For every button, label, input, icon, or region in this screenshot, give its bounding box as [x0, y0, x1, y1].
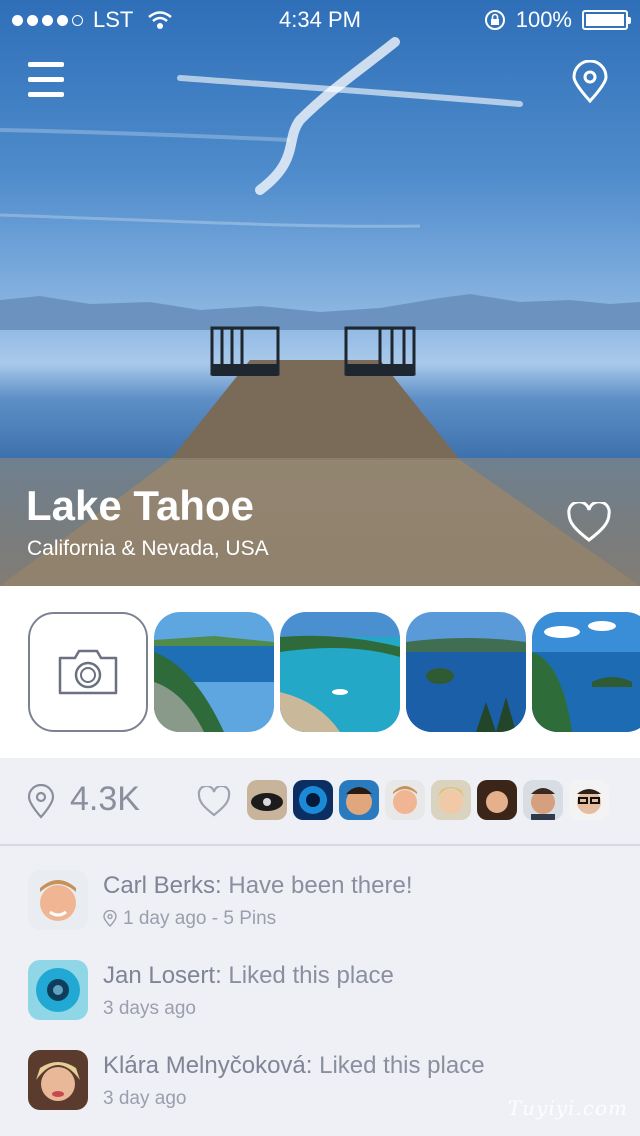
location-pin-icon	[572, 59, 608, 104]
pins-count: 4.3K	[70, 780, 140, 818]
list-item[interactable]: Klára Melnyčoková: Liked this place 3 da…	[0, 1026, 640, 1110]
user-name: Klára Melnyčoková:	[103, 1052, 313, 1079]
liker-avatar[interactable]	[569, 780, 609, 820]
heart-icon	[567, 500, 611, 542]
lock-rotation-icon	[484, 10, 505, 30]
status-bar: LST 4:34 PM 100%	[0, 0, 640, 40]
battery-icon	[582, 10, 631, 30]
favorite-button[interactable]	[566, 500, 612, 544]
gallery-photo[interactable]	[406, 612, 526, 732]
add-photo-button[interactable]	[28, 612, 148, 732]
user-name: Jan Losert:	[103, 962, 222, 989]
location-pin-icon	[103, 910, 117, 927]
camera-icon	[58, 649, 118, 695]
gallery-photo[interactable]	[154, 612, 274, 732]
stats-bar: 4.3K	[0, 758, 640, 846]
liker-avatar[interactable]	[477, 780, 517, 820]
activity-action: Liked this place	[319, 1052, 485, 1079]
liker-avatar[interactable]	[339, 780, 379, 820]
menu-button[interactable]	[28, 62, 64, 100]
activity-action: Liked this place	[228, 962, 394, 989]
sky-clouds	[0, 37, 523, 228]
avatar[interactable]	[28, 870, 88, 930]
liker-avatar[interactable]	[247, 780, 287, 820]
battery-percentage: 100%	[515, 7, 572, 32]
gallery-photo[interactable]	[532, 612, 640, 732]
location-button[interactable]	[570, 59, 610, 104]
liker-avatar[interactable]	[431, 780, 471, 820]
location-pin-icon	[27, 784, 55, 819]
list-item[interactable]: Carl Berks: Have been there! 1 day ago -…	[0, 846, 640, 930]
liker-avatar[interactable]	[385, 780, 425, 820]
gallery-photo[interactable]	[280, 612, 400, 732]
place-subtitle: California & Nevada, USA	[27, 537, 269, 560]
list-item[interactable]: Jan Losert: Liked this place 3 days ago	[0, 936, 640, 1020]
activity-action: Have been there!	[228, 872, 413, 899]
heart-icon[interactable]	[196, 786, 232, 818]
watermark: Tuyiyi.com	[507, 1096, 628, 1120]
avatar[interactable]	[28, 1050, 88, 1110]
carrier-name: LST	[93, 7, 134, 32]
signal-strength-icon	[12, 14, 83, 26]
menu-icon	[28, 62, 64, 97]
wifi-icon	[148, 11, 173, 29]
user-name: Carl Berks:	[103, 872, 222, 899]
activity-feed: Carl Berks: Have been there! 1 day ago -…	[0, 846, 640, 1136]
photo-gallery[interactable]	[0, 586, 640, 758]
avatar[interactable]	[28, 960, 88, 1020]
place-title: Lake Tahoe	[26, 482, 254, 529]
activity-meta: 3 day ago	[103, 1088, 187, 1109]
liker-avatar[interactable]	[523, 780, 563, 820]
activity-meta: 3 days ago	[103, 998, 196, 1019]
activity-meta: 1 day ago - 5 Pins	[123, 908, 277, 929]
liker-avatar[interactable]	[293, 780, 333, 820]
